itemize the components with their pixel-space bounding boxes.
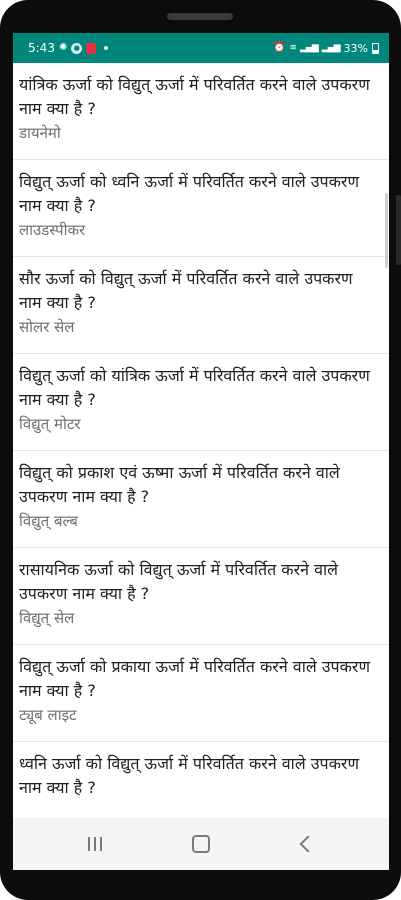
list-item[interactable]: यांत्रिक ऊर्जा को विद्युत् ऊर्जा में परि… <box>13 63 389 160</box>
signal-icon-sim1: ▂▄▆ <box>300 43 319 53</box>
answer-text: विद्युत् बल्ब <box>19 512 78 530</box>
phone-frame: 5:43 ✺ ● ⏰ ≋ ▂▄▆ ▂▄▆ 33% यांत्रिक ऊर्जा … <box>0 0 401 900</box>
app-notification-icon <box>86 42 97 54</box>
question-text: यांत्रिक ऊर्जा को विद्युत् ऊर्जा में परि… <box>19 75 370 118</box>
status-right: ⏰ ≋ ▂▄▆ ▂▄▆ 33% <box>273 33 379 63</box>
answer-text: विद्युत् सेल <box>19 609 75 627</box>
screen: 5:43 ✺ ● ⏰ ≋ ▂▄▆ ▂▄▆ 33% यांत्रिक ऊर्जा … <box>13 33 389 870</box>
home-button[interactable] <box>171 818 231 870</box>
answer-text: विद्युत् मोटर <box>19 415 81 433</box>
question-text: विद्युत् ऊर्जा को ध्वनि ऊर्जा में परिवर्… <box>19 172 360 215</box>
earpiece-speaker <box>167 13 233 20</box>
wifi-icon: ≋ <box>289 43 297 53</box>
question-text: ध्वनि ऊर्जा को विद्युत् ऊर्जा में परिवर्… <box>19 754 360 797</box>
navigation-bar <box>13 818 389 870</box>
more-notifications-dot-icon <box>104 46 109 50</box>
list-item[interactable]: ध्वनि ऊर्जा को विद्युत् ऊर्जा में परिवर्… <box>13 742 389 818</box>
back-button[interactable] <box>275 818 335 870</box>
list-item[interactable]: विद्युत् को प्रकाश एवं ऊष्मा ऊर्जा में प… <box>13 451 389 548</box>
answer-text: सोलर सेल <box>19 318 75 336</box>
question-text: सौर ऊर्जा को विद्युत् ऊर्जा में परिवर्ति… <box>19 269 353 312</box>
scrollbar-thumb[interactable] <box>385 193 388 268</box>
question-text: विद्युत् ऊर्जा को यांत्रिक ऊर्जा में परि… <box>19 366 370 409</box>
recents-button[interactable] <box>65 818 125 870</box>
list-item[interactable]: विद्युत् ऊर्जा को यांत्रिक ऊर्जा में परि… <box>13 354 389 451</box>
back-icon <box>299 835 317 853</box>
home-icon <box>192 835 210 853</box>
qa-list[interactable]: यांत्रिक ऊर्जा को विद्युत् ऊर्जा में परि… <box>13 63 389 818</box>
status-bar: 5:43 ✺ ● ⏰ ≋ ▂▄▆ ▂▄▆ 33% <box>13 33 389 63</box>
question-text: विद्युत् ऊर्जा को प्रकाया ऊर्जा में परिव… <box>19 657 371 700</box>
list-item[interactable]: विद्युत् ऊर्जा को प्रकाया ऊर्जा में परिव… <box>13 645 389 742</box>
battery-icon <box>372 42 379 54</box>
question-text: विद्युत् को प्रकाश एवं ऊष्मा ऊर्जा में प… <box>19 463 340 506</box>
notification-badge-icon: ● <box>71 42 83 54</box>
status-left: 5:43 ✺ ● <box>28 33 109 63</box>
question-text: रासायनिक ऊर्जा को विद्युत् ऊर्जा में परि… <box>19 560 338 603</box>
signal-icon-sim2: ▂▄▆ <box>321 43 341 53</box>
status-time: 5:43 <box>28 41 55 55</box>
battery-percent: 33% <box>343 41 368 55</box>
list-item[interactable]: सौर ऊर्जा को विद्युत् ऊर्जा में परिवर्ति… <box>13 257 389 354</box>
answer-text: डायनेमो <box>19 124 61 142</box>
sync-icon: ✺ <box>58 42 68 53</box>
answer-text: लाउडस्पीकर <box>19 221 86 239</box>
list-item[interactable]: रासायनिक ऊर्जा को विद्युत् ऊर्जा में परि… <box>13 548 389 645</box>
list-item[interactable]: विद्युत् ऊर्जा को ध्वनि ऊर्जा में परिवर्… <box>13 160 389 257</box>
side-button <box>396 195 401 265</box>
answer-text: ट्यूब लाइट <box>19 706 77 724</box>
recents-icon <box>88 837 102 851</box>
alarm-icon: ⏰ <box>273 42 286 53</box>
